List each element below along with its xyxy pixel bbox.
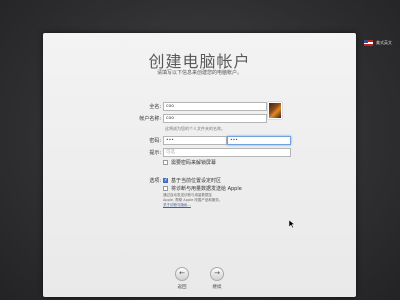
verify-password-field[interactable]: ••• xyxy=(227,136,291,145)
timezone-checkbox[interactable] xyxy=(163,177,168,183)
account-name-hint: 这将成为您的个人文件夹的名称。 xyxy=(165,126,225,131)
page-subtitle: 请填写以下信息来创建您的电脑帐户。 xyxy=(156,70,242,76)
continue-label: 继续 xyxy=(212,285,222,290)
menubar: 美式英文 xyxy=(364,38,392,48)
mouse-cursor-icon xyxy=(289,220,295,229)
back-label: 返回 xyxy=(177,285,187,290)
diagnostics-note: 通过自动发送诊断与用量数据至 Apple, 帮助 Apple 改善产品和服务。 … xyxy=(163,193,283,208)
screen-lock-checkbox[interactable] xyxy=(163,160,168,165)
setup-panel: 创建电脑帐户 请填写以下信息来创建您的电脑帐户。 全名: coo 帐户名称: c… xyxy=(43,33,356,297)
options-label: 选项: xyxy=(149,178,161,184)
diagnostics-option-label: 将诊断与用量数据发送给 Apple xyxy=(171,186,242,192)
back-button[interactable]: ← xyxy=(175,267,189,281)
us-flag-icon[interactable] xyxy=(364,40,373,46)
screen-lock-label: 需要密码来解锁屏幕 xyxy=(171,160,217,166)
avatar[interactable] xyxy=(268,102,282,119)
password-hint-field[interactable]: 可选 xyxy=(163,148,291,157)
account-name-field[interactable]: coo xyxy=(163,114,267,123)
input-source-label[interactable]: 美式英文 xyxy=(376,40,392,46)
full-name-field[interactable]: coo xyxy=(163,102,267,111)
hint-label: 提示: xyxy=(149,150,161,156)
timezone-option-label: 基于当前位置设定时区 xyxy=(171,178,222,184)
about-diagnostics-link[interactable]: 关于诊断与隐私... xyxy=(163,203,283,208)
full-name-label: 全名: xyxy=(149,104,161,110)
account-name-label: 帐户名称: xyxy=(139,116,161,122)
continue-button[interactable]: → xyxy=(210,267,224,281)
arrow-left-icon: ← xyxy=(179,269,185,277)
diagnostics-checkbox[interactable] xyxy=(163,186,168,191)
password-label: 密码: xyxy=(149,138,161,144)
password-field[interactable]: ••• xyxy=(163,136,227,145)
arrow-right-icon: → xyxy=(214,269,220,277)
